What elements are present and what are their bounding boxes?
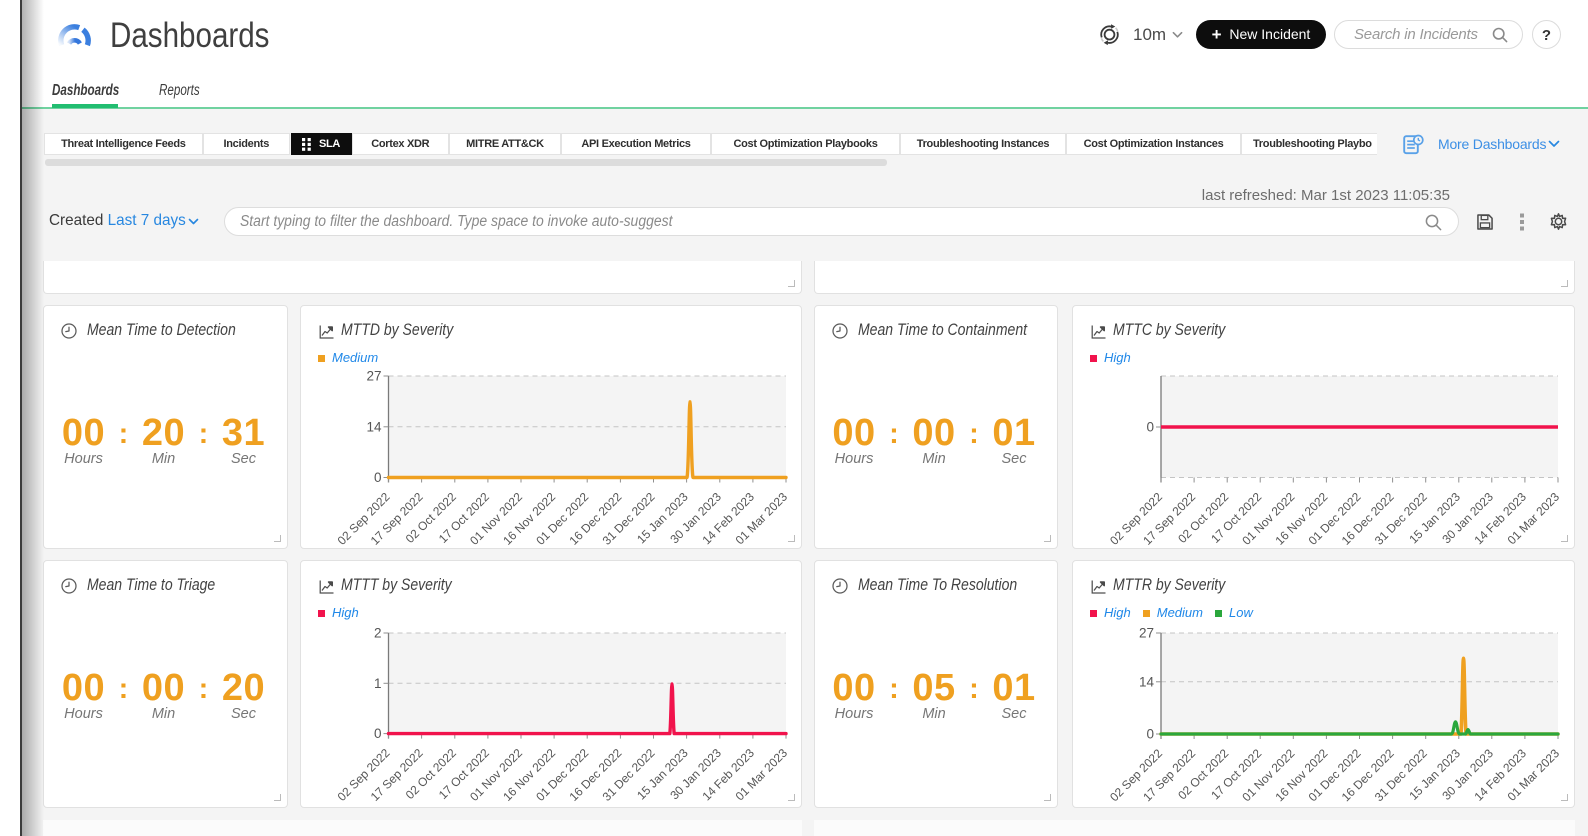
svg-text:27: 27	[366, 369, 381, 384]
svg-text:0: 0	[1146, 420, 1154, 435]
svg-text:0: 0	[374, 726, 382, 741]
svg-text:0: 0	[1146, 727, 1154, 742]
svg-text:0: 0	[374, 470, 382, 485]
svg-text:14: 14	[1139, 674, 1155, 689]
svg-text:14: 14	[366, 419, 382, 434]
svg-text:27: 27	[1139, 626, 1154, 641]
svg-text:1: 1	[374, 676, 382, 691]
svg-text:2: 2	[374, 626, 382, 641]
